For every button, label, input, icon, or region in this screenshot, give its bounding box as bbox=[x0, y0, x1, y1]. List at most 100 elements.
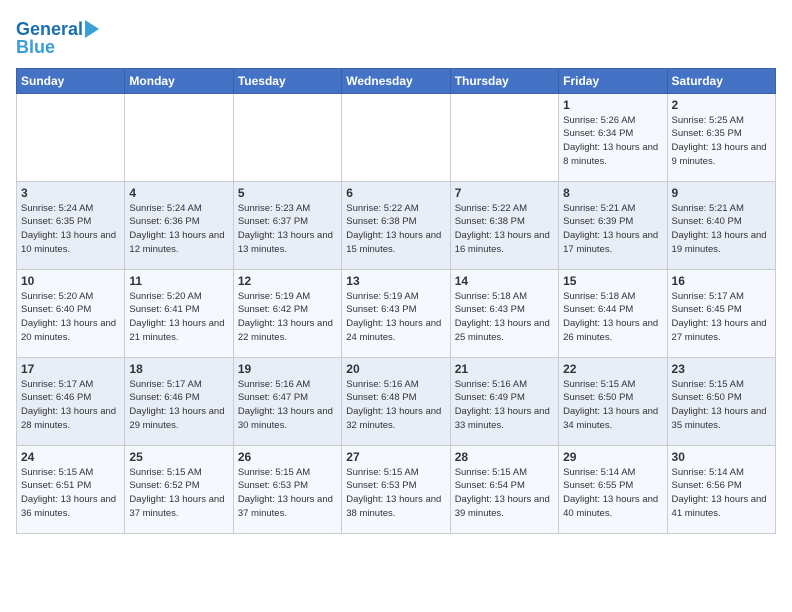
day-number: 26 bbox=[238, 450, 337, 464]
calendar-cell bbox=[342, 93, 450, 181]
day-number: 11 bbox=[129, 274, 228, 288]
calendar-week-5: 24 Sunrise: 5:15 AM Sunset: 6:51 PM Dayli… bbox=[17, 445, 776, 533]
day-number: 3 bbox=[21, 186, 120, 200]
day-info: Sunrise: 5:21 AM Sunset: 6:40 PM Dayligh… bbox=[672, 202, 771, 257]
day-info: Sunrise: 5:16 AM Sunset: 6:47 PM Dayligh… bbox=[238, 378, 337, 433]
calendar-cell: 20Sunrise: 5:16 AM Sunset: 6:48 PM Dayli… bbox=[342, 357, 450, 445]
day-info: Sunrise: 5:24 AM Sunset: 6:36 PM Dayligh… bbox=[129, 202, 228, 257]
day-number: 24 bbox=[21, 450, 120, 464]
day-number: 7 bbox=[455, 186, 554, 200]
calendar-table: SundayMondayTuesdayWednesdayThursdayFrid… bbox=[16, 68, 776, 534]
calendar-cell: 24 Sunrise: 5:15 AM Sunset: 6:51 PM Dayli… bbox=[17, 445, 125, 533]
day-info: Sunrise: 5:15 AM Sunset: 6:52 PM Dayligh… bbox=[129, 466, 228, 521]
day-number: 14 bbox=[455, 274, 554, 288]
calendar-week-2: 3 Sunrise: 5:24 AM Sunset: 6:35 PM Daylig… bbox=[17, 181, 776, 269]
logo-text-blue: Blue bbox=[16, 38, 55, 58]
day-number: 20 bbox=[346, 362, 445, 376]
day-number: 12 bbox=[238, 274, 337, 288]
calendar-cell: 7 Sunrise: 5:22 AM Sunset: 6:38 PM Daylig… bbox=[450, 181, 558, 269]
calendar-cell: 2 Sunrise: 5:25 AM Sunset: 6:35 PM Daylig… bbox=[667, 93, 775, 181]
calendar-cell: 9 Sunrise: 5:21 AM Sunset: 6:40 PM Daylig… bbox=[667, 181, 775, 269]
day-number: 13 bbox=[346, 274, 445, 288]
calendar-week-1: 1 Sunrise: 5:26 AM Sunset: 6:34 PM Daylig… bbox=[17, 93, 776, 181]
header-friday: Friday bbox=[559, 68, 667, 93]
day-info: Sunrise: 5:18 AM Sunset: 6:43 PM Dayligh… bbox=[455, 290, 554, 345]
day-info: Sunrise: 5:18 AM Sunset: 6:44 PM Dayligh… bbox=[563, 290, 662, 345]
day-number: 15 bbox=[563, 274, 662, 288]
day-number: 19 bbox=[238, 362, 337, 376]
day-info: Sunrise: 5:20 AM Sunset: 6:41 PM Dayligh… bbox=[129, 290, 228, 345]
header-monday: Monday bbox=[125, 68, 233, 93]
calendar-cell: 22Sunrise: 5:15 AM Sunset: 6:50 PM Dayli… bbox=[559, 357, 667, 445]
calendar-cell: 19 Sunrise: 5:16 AM Sunset: 6:47 PM Dayli… bbox=[233, 357, 341, 445]
calendar-cell: 6Sunrise: 5:22 AM Sunset: 6:38 PM Daylig… bbox=[342, 181, 450, 269]
day-info: Sunrise: 5:23 AM Sunset: 6:37 PM Dayligh… bbox=[238, 202, 337, 257]
calendar-week-3: 10 Sunrise: 5:20 AM Sunset: 6:40 PM Dayli… bbox=[17, 269, 776, 357]
day-number: 30 bbox=[672, 450, 771, 464]
day-number: 4 bbox=[129, 186, 228, 200]
day-number: 10 bbox=[21, 274, 120, 288]
day-info: Sunrise: 5:22 AM Sunset: 6:38 PM Dayligh… bbox=[455, 202, 554, 257]
day-info: Sunrise: 5:25 AM Sunset: 6:35 PM Dayligh… bbox=[672, 114, 771, 169]
calendar-cell: 23 Sunrise: 5:15 AM Sunset: 6:50 PM Dayli… bbox=[667, 357, 775, 445]
day-number: 27 bbox=[346, 450, 445, 464]
day-info: Sunrise: 5:17 AM Sunset: 6:46 PM Dayligh… bbox=[21, 378, 120, 433]
calendar-cell: 27 Sunrise: 5:15 AM Sunset: 6:53 PM Dayli… bbox=[342, 445, 450, 533]
calendar-cell: 10 Sunrise: 5:20 AM Sunset: 6:40 PM Dayli… bbox=[17, 269, 125, 357]
calendar-cell bbox=[17, 93, 125, 181]
day-number: 21 bbox=[455, 362, 554, 376]
day-info: Sunrise: 5:20 AM Sunset: 6:40 PM Dayligh… bbox=[21, 290, 120, 345]
day-info: Sunrise: 5:15 AM Sunset: 6:50 PM Dayligh… bbox=[672, 378, 771, 433]
day-number: 2 bbox=[672, 98, 771, 112]
day-number: 8 bbox=[563, 186, 662, 200]
day-number: 5 bbox=[238, 186, 337, 200]
calendar-cell bbox=[125, 93, 233, 181]
calendar-cell: 4 Sunrise: 5:24 AM Sunset: 6:36 PM Daylig… bbox=[125, 181, 233, 269]
day-info: Sunrise: 5:19 AM Sunset: 6:43 PM Dayligh… bbox=[346, 290, 445, 345]
day-info: Sunrise: 5:21 AM Sunset: 6:39 PM Dayligh… bbox=[563, 202, 662, 257]
day-number: 1 bbox=[563, 98, 662, 112]
calendar-cell bbox=[233, 93, 341, 181]
day-info: Sunrise: 5:14 AM Sunset: 6:56 PM Dayligh… bbox=[672, 466, 771, 521]
day-number: 16 bbox=[672, 274, 771, 288]
calendar-cell: 29Sunrise: 5:14 AM Sunset: 6:55 PM Dayli… bbox=[559, 445, 667, 533]
calendar-cell bbox=[450, 93, 558, 181]
calendar-cell: 15 Sunrise: 5:18 AM Sunset: 6:44 PM Dayli… bbox=[559, 269, 667, 357]
day-info: Sunrise: 5:15 AM Sunset: 6:51 PM Dayligh… bbox=[21, 466, 120, 521]
day-info: Sunrise: 5:17 AM Sunset: 6:46 PM Dayligh… bbox=[129, 378, 228, 433]
day-info: Sunrise: 5:26 AM Sunset: 6:34 PM Dayligh… bbox=[563, 114, 662, 169]
day-info: Sunrise: 5:19 AM Sunset: 6:42 PM Dayligh… bbox=[238, 290, 337, 345]
calendar-cell: 18 Sunrise: 5:17 AM Sunset: 6:46 PM Dayli… bbox=[125, 357, 233, 445]
calendar-week-4: 17 Sunrise: 5:17 AM Sunset: 6:46 PM Dayli… bbox=[17, 357, 776, 445]
day-info: Sunrise: 5:15 AM Sunset: 6:53 PM Dayligh… bbox=[346, 466, 445, 521]
calendar-cell: 30 Sunrise: 5:14 AM Sunset: 6:56 PM Dayli… bbox=[667, 445, 775, 533]
calendar-header-row: SundayMondayTuesdayWednesdayThursdayFrid… bbox=[17, 68, 776, 93]
calendar-cell: 8 Sunrise: 5:21 AM Sunset: 6:39 PM Daylig… bbox=[559, 181, 667, 269]
day-number: 28 bbox=[455, 450, 554, 464]
calendar-cell: 3 Sunrise: 5:24 AM Sunset: 6:35 PM Daylig… bbox=[17, 181, 125, 269]
logo: General Blue bbox=[16, 20, 99, 58]
day-number: 18 bbox=[129, 362, 228, 376]
header: General Blue bbox=[16, 16, 776, 58]
day-info: Sunrise: 5:17 AM Sunset: 6:45 PM Dayligh… bbox=[672, 290, 771, 345]
header-wednesday: Wednesday bbox=[342, 68, 450, 93]
day-number: 9 bbox=[672, 186, 771, 200]
day-info: Sunrise: 5:24 AM Sunset: 6:35 PM Dayligh… bbox=[21, 202, 120, 257]
header-thursday: Thursday bbox=[450, 68, 558, 93]
calendar-cell: 17 Sunrise: 5:17 AM Sunset: 6:46 PM Dayli… bbox=[17, 357, 125, 445]
day-number: 17 bbox=[21, 362, 120, 376]
calendar-cell: 14 Sunrise: 5:18 AM Sunset: 6:43 PM Dayli… bbox=[450, 269, 558, 357]
day-info: Sunrise: 5:15 AM Sunset: 6:53 PM Dayligh… bbox=[238, 466, 337, 521]
header-saturday: Saturday bbox=[667, 68, 775, 93]
day-number: 23 bbox=[672, 362, 771, 376]
day-number: 29 bbox=[563, 450, 662, 464]
calendar-cell: 28 Sunrise: 5:15 AM Sunset: 6:54 PM Dayli… bbox=[450, 445, 558, 533]
calendar-cell: 21 Sunrise: 5:16 AM Sunset: 6:49 PM Dayli… bbox=[450, 357, 558, 445]
day-number: 22 bbox=[563, 362, 662, 376]
day-info: Sunrise: 5:16 AM Sunset: 6:49 PM Dayligh… bbox=[455, 378, 554, 433]
day-info: Sunrise: 5:22 AM Sunset: 6:38 PM Dayligh… bbox=[346, 202, 445, 257]
day-info: Sunrise: 5:15 AM Sunset: 6:54 PM Dayligh… bbox=[455, 466, 554, 521]
logo-arrow-icon bbox=[85, 20, 99, 38]
calendar-cell: 26 Sunrise: 5:15 AM Sunset: 6:53 PM Dayli… bbox=[233, 445, 341, 533]
calendar-cell: 12 Sunrise: 5:19 AM Sunset: 6:42 PM Dayli… bbox=[233, 269, 341, 357]
